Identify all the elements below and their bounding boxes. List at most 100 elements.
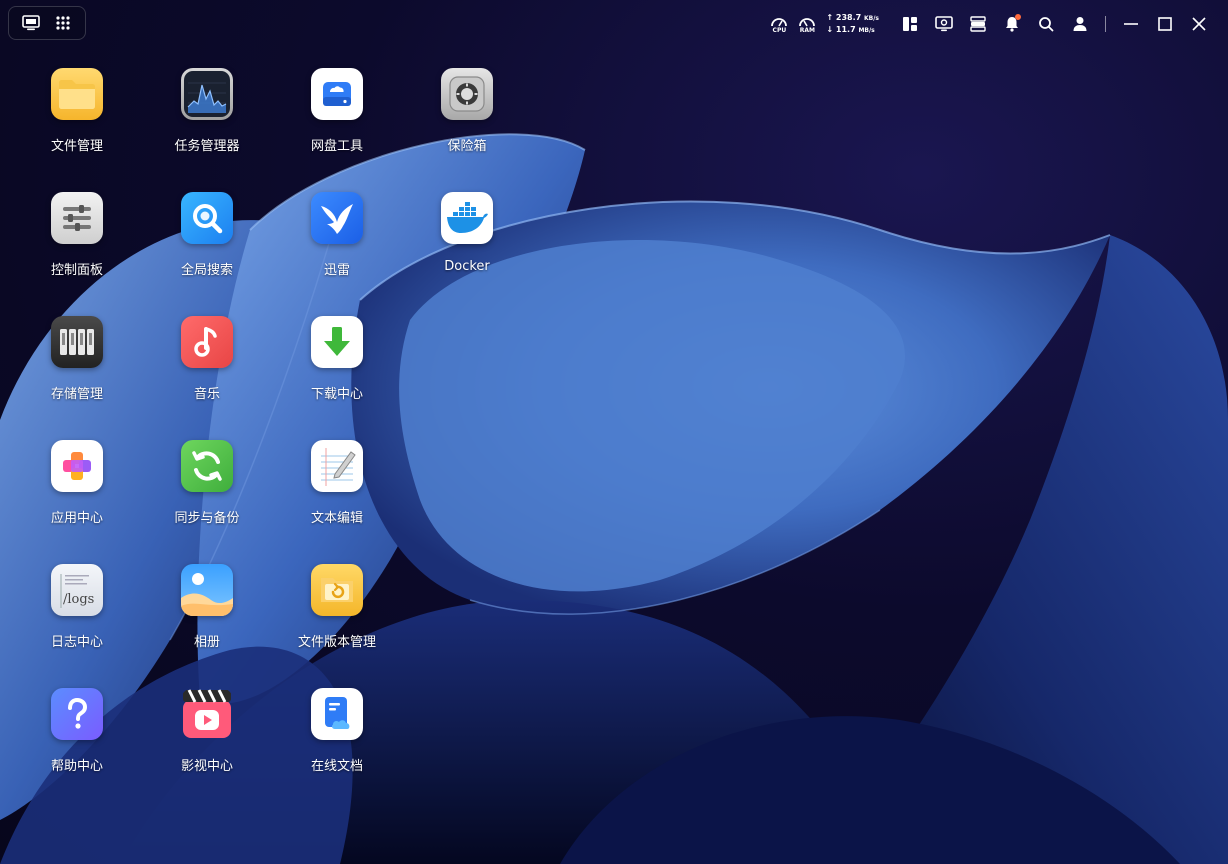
close-icon	[1192, 17, 1206, 31]
user-icon	[1073, 17, 1087, 31]
activity-monitor-icon	[181, 68, 233, 120]
app-label: 同步与备份	[174, 511, 240, 526]
photo-album-icon	[181, 564, 233, 616]
app-label: 任务管理器	[174, 139, 240, 154]
close-button[interactable]	[1182, 8, 1216, 40]
gauge-icon	[799, 17, 816, 26]
download-arrow-icon	[311, 316, 363, 368]
tray-separator	[1105, 16, 1106, 32]
app-sync-backup[interactable]: 同步与备份	[147, 440, 267, 550]
ram-label: RAM	[799, 26, 815, 34]
sync-icon	[181, 440, 233, 492]
upload-speed-row: ↑ 238.7 KB/s	[826, 12, 879, 24]
upload-speed-value: 238.7	[835, 13, 862, 22]
app-label: 帮助中心	[50, 759, 103, 774]
safe-icon	[441, 68, 493, 120]
app-label: 在线文档	[310, 759, 363, 774]
app-label: 应用中心	[50, 511, 103, 526]
app-safe-box[interactable]: 保险箱	[407, 68, 527, 178]
app-log-center[interactable]: /logs 日志中心	[17, 564, 137, 674]
notifications-button[interactable]	[995, 8, 1029, 40]
app-download-center[interactable]: 下载中心	[277, 316, 397, 426]
music-note-icon	[181, 316, 233, 368]
app-label: 文件版本管理	[297, 635, 376, 650]
maximize-button[interactable]	[1148, 8, 1182, 40]
upload-speed-unit: KB/s	[864, 15, 879, 22]
taskbar-left-group	[8, 6, 86, 40]
maximize-icon	[1158, 17, 1172, 31]
system-tray: CPU RAM ↑ 238.7 KB/s ↓ 11.7 MB/s	[766, 8, 1216, 40]
cpu-meter[interactable]: CPU	[766, 15, 792, 34]
cpu-label: CPU	[772, 26, 787, 34]
logs-icon: /logs	[51, 564, 103, 616]
app-label: 音乐	[193, 387, 220, 402]
minimize-button[interactable]	[1114, 8, 1148, 40]
app-file-version-manager[interactable]: 文件版本管理	[277, 564, 397, 674]
widgets-button[interactable]	[893, 8, 927, 40]
app-thunder[interactable]: 迅雷	[277, 192, 397, 302]
app-global-search[interactable]: 全局搜索	[147, 192, 267, 302]
app-task-manager[interactable]: 任务管理器	[147, 68, 267, 178]
app-help-center[interactable]: 帮助中心	[17, 688, 137, 798]
text-editor-icon	[311, 440, 363, 492]
app-label: 迅雷	[323, 263, 350, 278]
video-center-icon	[181, 688, 233, 740]
download-speed-row: ↓ 11.7 MB/s	[826, 24, 879, 36]
app-label: 全局搜索	[180, 263, 233, 278]
app-text-editor[interactable]: 文本编辑	[277, 440, 397, 550]
app-center-icon	[51, 440, 103, 492]
app-label: 保险箱	[447, 139, 487, 154]
app-label: 控制面板	[50, 263, 103, 278]
app-file-manager[interactable]: 文件管理	[17, 68, 137, 178]
download-speed-value: 11.7	[835, 25, 856, 34]
logs-icon-text: /logs	[63, 592, 94, 607]
control-panel-icon	[51, 192, 103, 244]
gauge-icon	[771, 17, 788, 26]
app-grid-button[interactable]	[50, 10, 76, 36]
server-icon	[970, 16, 986, 32]
app-label: 文本编辑	[310, 511, 363, 526]
online-docs-icon	[311, 688, 363, 740]
app-cloud-drive-tool[interactable]: 网盘工具	[277, 68, 397, 178]
docker-whale-icon	[441, 192, 493, 244]
help-icon	[51, 688, 103, 740]
desktop-icon	[22, 15, 40, 31]
app-app-center[interactable]: 应用中心	[17, 440, 137, 550]
widgets-icon	[903, 17, 917, 31]
download-speed-unit: MB/s	[858, 27, 875, 34]
server-status-button[interactable]	[961, 8, 995, 40]
ram-meter[interactable]: RAM	[794, 15, 820, 34]
cloud-drive-icon	[311, 68, 363, 120]
minimize-icon	[1124, 23, 1138, 25]
app-online-docs[interactable]: 在线文档	[277, 688, 397, 798]
remote-desktop-button[interactable]	[927, 8, 961, 40]
global-search-icon	[181, 192, 233, 244]
download-arrow-icon: ↓	[826, 25, 834, 34]
app-control-panel[interactable]: 控制面板	[17, 192, 137, 302]
app-music[interactable]: 音乐	[147, 316, 267, 426]
thunder-bird-icon	[311, 192, 363, 244]
upload-arrow-icon: ↑	[826, 13, 834, 22]
file-version-icon	[311, 564, 363, 616]
app-label: 下载中心	[310, 387, 363, 402]
app-grid-icon	[56, 16, 70, 30]
app-storage-manager[interactable]: 存储管理	[17, 316, 137, 426]
app-label: 网盘工具	[310, 139, 363, 154]
app-photo-album[interactable]: 相册	[147, 564, 267, 674]
app-label: Docker	[444, 259, 490, 274]
search-button[interactable]	[1029, 8, 1063, 40]
app-docker[interactable]: Docker	[407, 192, 527, 302]
notification-dot	[1015, 14, 1021, 20]
app-label: 影视中心	[180, 759, 233, 774]
storage-drives-icon	[51, 316, 103, 368]
folder-icon	[51, 68, 103, 120]
monitor-icon	[935, 16, 953, 32]
network-speed[interactable]: ↑ 238.7 KB/s ↓ 11.7 MB/s	[826, 12, 879, 36]
search-icon	[1039, 17, 1054, 32]
show-desktop-button[interactable]	[18, 10, 44, 36]
app-label: 文件管理	[50, 139, 103, 154]
user-button[interactable]	[1063, 8, 1097, 40]
app-video-center[interactable]: 影视中心	[147, 688, 267, 798]
app-label: 存储管理	[50, 387, 103, 402]
app-label: 相册	[193, 635, 220, 650]
